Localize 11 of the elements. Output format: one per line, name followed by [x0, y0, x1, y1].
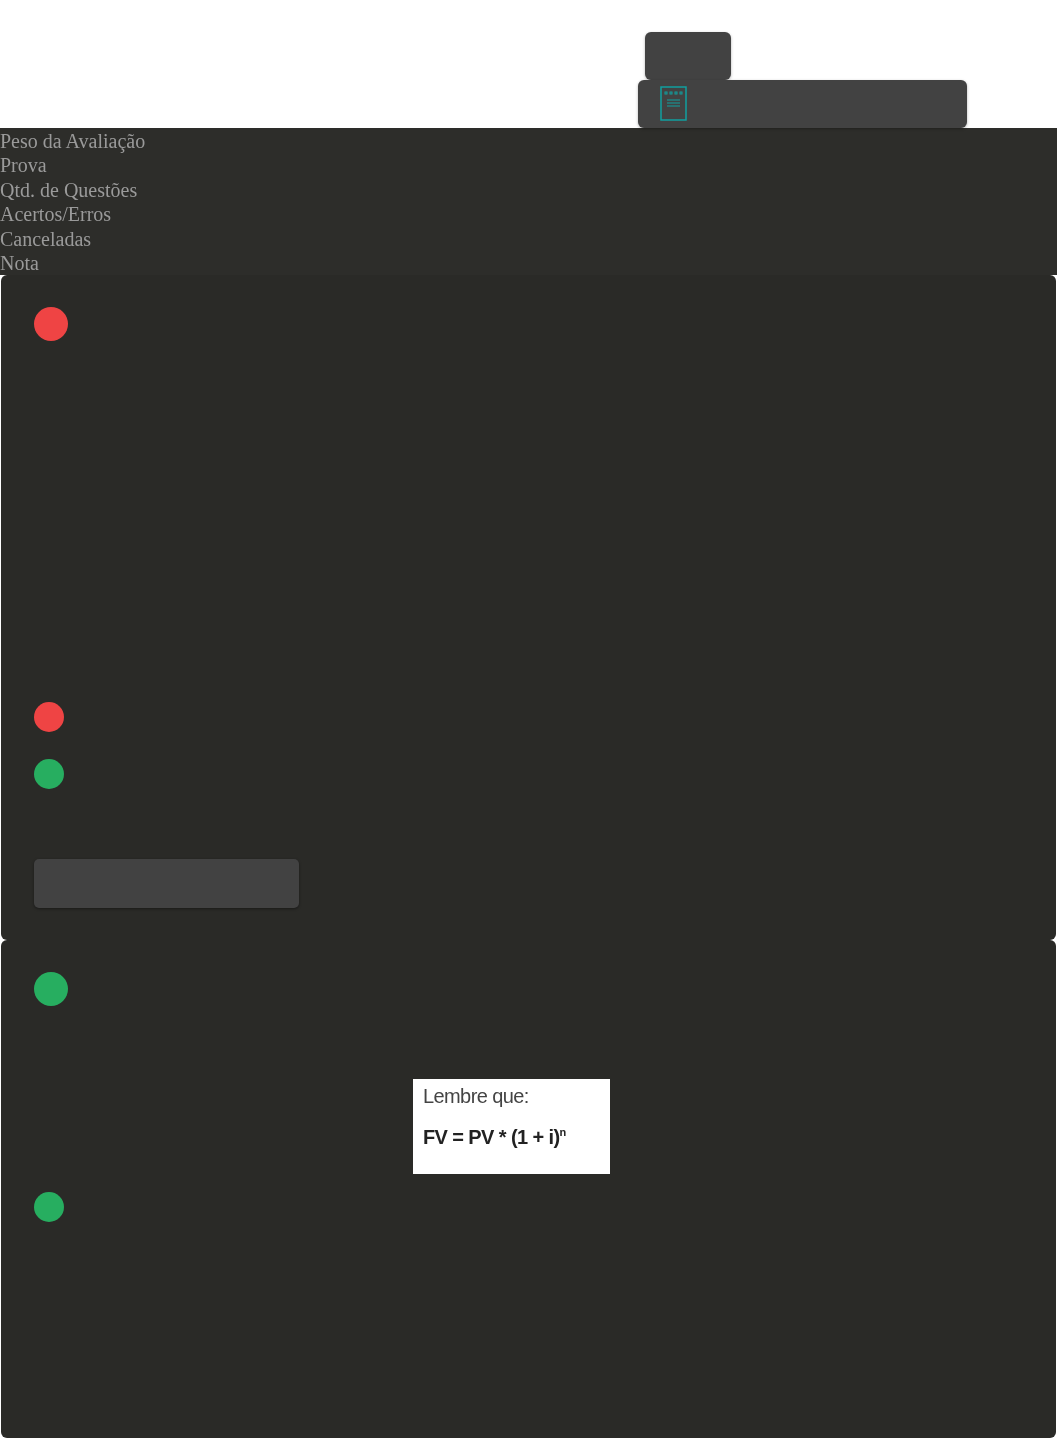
header-label: Peso da Avaliação [0, 129, 147, 154]
header-label: Canceladas [0, 226, 93, 252]
notepad-icon[interactable] [660, 86, 688, 122]
toolbar-button[interactable] [645, 32, 731, 80]
formula-text: Lembre que: [423, 1085, 530, 1108]
header-label: Prova [0, 153, 48, 178]
header-label: Qtd. de Questões [0, 177, 139, 203]
action-button[interactable] [34, 859, 299, 908]
formula-text: FV = PV * (1 + i)$^{n}$ [423, 1126, 567, 1149]
header-label: Nota [0, 251, 40, 276]
header-label: Acertos/Erros [0, 202, 113, 227]
